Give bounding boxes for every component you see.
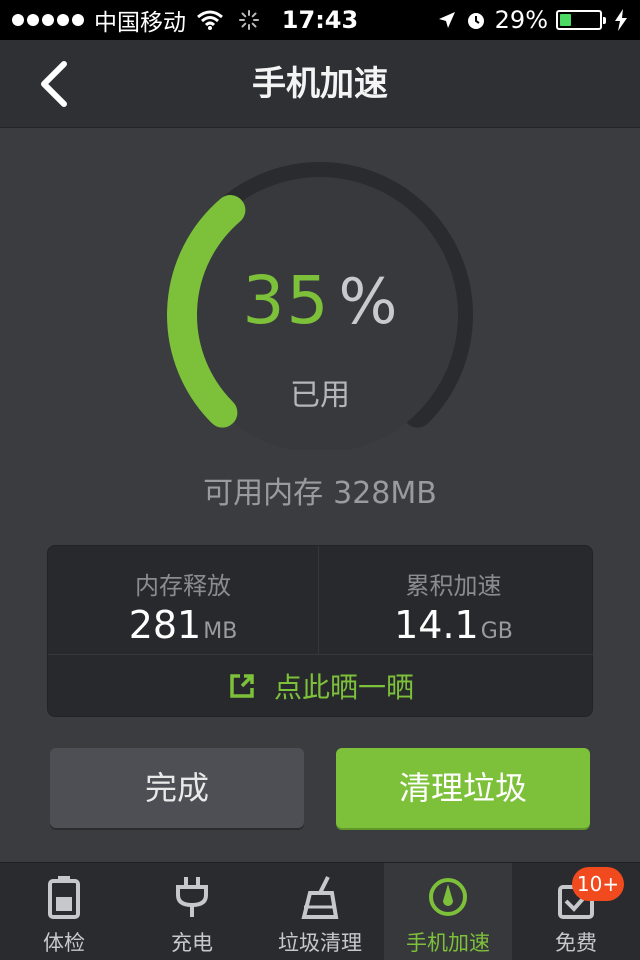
status-right: 29% <box>437 4 628 36</box>
stat-value: 14.1GB <box>319 603 588 647</box>
nav-header: 手机加速 <box>0 40 640 128</box>
speedometer-icon <box>429 878 467 916</box>
battery-fill <box>560 14 572 26</box>
share-label: 点此晒一晒 <box>273 671 414 704</box>
available-memory: 可用内存 328MB <box>0 468 640 512</box>
charging-bolt-icon <box>615 9 627 31</box>
alarm-icon <box>467 13 484 29</box>
location-arrow-icon <box>438 12 455 28</box>
stat-label: 内存释放 <box>135 572 231 600</box>
used-percent-unit: % <box>338 265 398 338</box>
stat-accumulated-speedup: 累积加速 14.1GB <box>318 546 588 654</box>
tab-label: 免费 <box>555 931 597 955</box>
battery-percent: 29% <box>494 6 548 34</box>
stat-number: 281 <box>128 603 202 647</box>
tab-label: 充电 <box>171 931 213 955</box>
status-bar: 中国移动 17:43 29% <box>0 0 640 40</box>
used-percent-number: 35 <box>242 262 331 339</box>
battery-icon <box>556 10 606 30</box>
stat-unit: GB <box>480 619 513 644</box>
stat-label: 累积加速 <box>405 572 502 600</box>
tab-checkup[interactable]: 体检 <box>0 863 128 960</box>
tab-charge[interactable]: 充电 <box>128 863 256 960</box>
tab-label: 垃圾清理 <box>278 931 362 955</box>
used-percent: 35% <box>0 262 640 339</box>
tab-label: 体检 <box>43 931 85 955</box>
stats-panel: 内存释放 281MB 累积加速 14.1GB 点此晒一晒 <box>47 545 594 717</box>
clean-junk-button[interactable]: 清理垃圾 <box>336 748 590 828</box>
page-title: 手机加速 <box>252 64 388 104</box>
stat-value: 281MB <box>48 603 318 647</box>
stat-memory-released: 内存释放 281MB <box>48 546 318 654</box>
done-button[interactable]: 完成 <box>50 748 304 828</box>
available-memory-label: 可用内存 <box>203 476 324 511</box>
external-share-icon <box>230 674 254 698</box>
stat-unit: MB <box>203 619 238 644</box>
battery-check-icon <box>48 876 80 919</box>
tab-bar: 体检 充电 垃圾清理 手机加速 免费 <box>0 862 640 960</box>
broom-icon <box>301 876 339 919</box>
tab-label: 手机加速 <box>406 931 490 955</box>
plug-icon <box>176 877 208 917</box>
tab-junk-clean[interactable]: 垃圾清理 <box>256 863 384 960</box>
stat-number: 14.1 <box>394 603 479 647</box>
share-button[interactable]: 点此晒一晒 <box>48 654 594 717</box>
tab-speedup[interactable]: 手机加速 <box>384 863 512 960</box>
available-memory-value: 328MB <box>333 476 437 511</box>
used-label: 已用 <box>290 378 350 413</box>
notification-badge: 10+ <box>572 867 624 901</box>
